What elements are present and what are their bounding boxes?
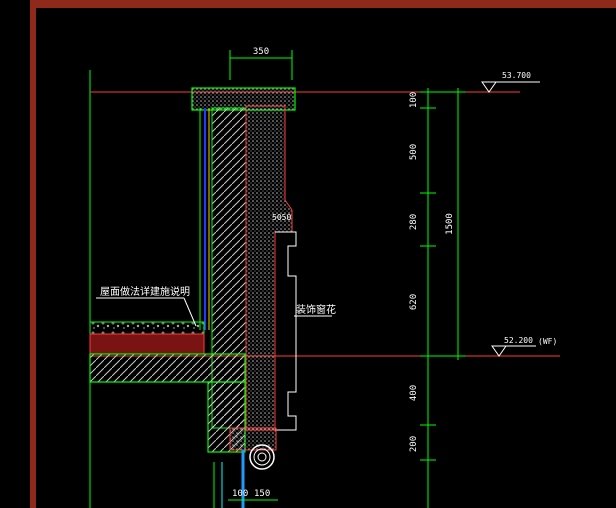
- elev-floor-tag: (WF): [538, 337, 557, 346]
- dim-bottom-150: 150: [254, 489, 270, 499]
- dim-400: 400: [409, 385, 419, 401]
- dim-5050: 5050: [272, 213, 291, 222]
- dim-200: 200: [409, 436, 419, 452]
- dim-500: 500: [409, 144, 419, 160]
- roof-gravel[interactable]: [89, 321, 205, 335]
- window-trim[interactable]: [275, 231, 297, 431]
- elevation-floor[interactable]: 52.200 (WF): [491, 336, 557, 357]
- dim-100: 100: [409, 92, 419, 108]
- roller-shutter-inner: [253, 448, 271, 466]
- dim-bottom-100: 100: [232, 489, 248, 499]
- dim-top: 350: [253, 47, 269, 57]
- roller-shutter-core: [257, 452, 267, 462]
- elev-floor-label: 52.200: [504, 336, 533, 345]
- dim-620: 620: [409, 294, 419, 310]
- vertical-dims: 100 500 280 620 400 200 1500: [409, 92, 455, 452]
- roof-note[interactable]: 屋面做法详建施说明: [100, 285, 190, 298]
- roof-insulation-board[interactable]: [89, 333, 205, 355]
- dim-total: 1500: [445, 213, 455, 235]
- decor-cladding[interactable]: [245, 105, 293, 431]
- dim-280: 280: [409, 214, 419, 230]
- dim-ticks: [420, 91, 466, 461]
- roof-slab[interactable]: [89, 353, 246, 383]
- decor-note[interactable]: 装饰窗花: [296, 303, 336, 316]
- elev-top-label: 53.700: [502, 71, 531, 80]
- cad-canvas[interactable]: 350 100 500 280 620 400 200 1500 53.700: [0, 0, 616, 508]
- elevation-top[interactable]: 53.700: [481, 71, 540, 93]
- detail-drawing[interactable]: 350 100 500 280 620 400 200 1500 53.700: [0, 0, 616, 508]
